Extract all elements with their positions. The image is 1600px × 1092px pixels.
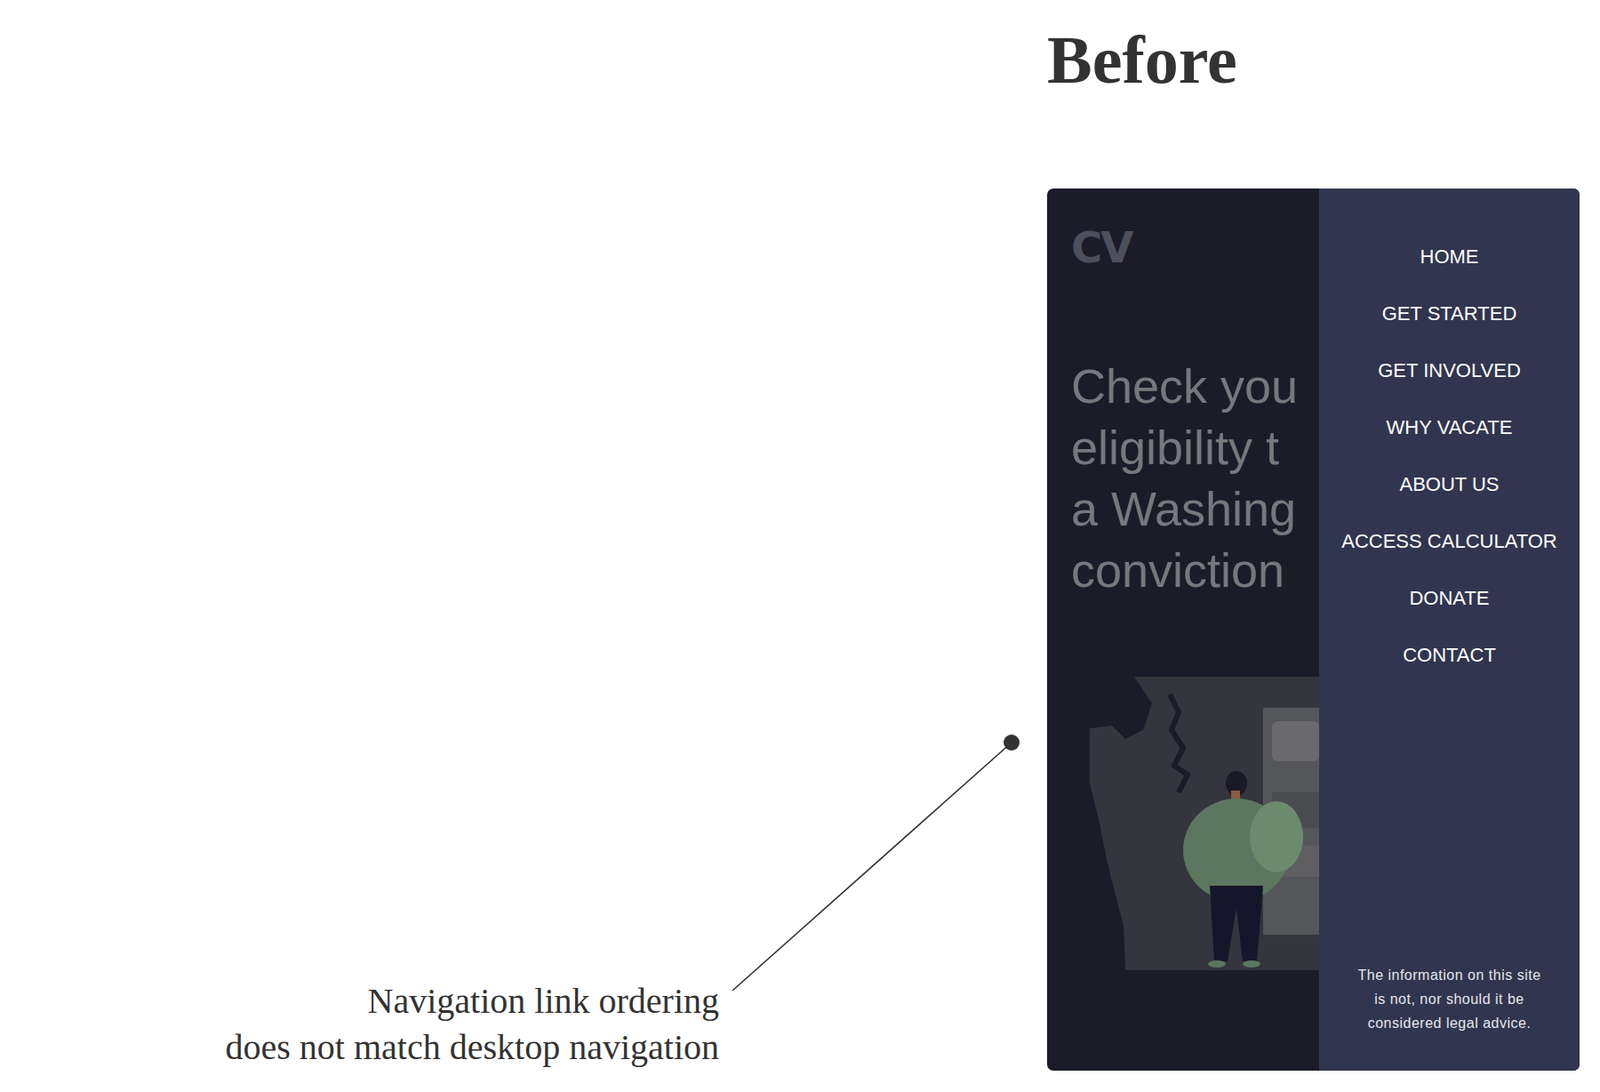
annotation-text: Navigation link orderingdoes not match d… — [225, 977, 720, 1071]
disclaimer: The information on this site is not, nor… — [1356, 962, 1544, 1035]
nav-link[interactable]: GET STARTED — [1382, 256, 1518, 343]
headline-line: conviction — [1071, 539, 1320, 601]
page-content: CV Check youeligibility ta Washingconvict… — [1047, 188, 1320, 1071]
nav-link[interactable]: ACCESS CALCULATOR — [1341, 484, 1557, 570]
nav-link[interactable]: ABOUT US — [1399, 427, 1499, 513]
before-column: Before CV Check youeligibility ta Washingc… — [1047, 0, 1580, 1071]
washington-illustration-icon — [1089, 676, 1320, 970]
headline-line: a Washing — [1071, 478, 1320, 540]
logo[interactable]: CV — [1071, 220, 1320, 274]
headline-line: Check you — [1071, 355, 1320, 417]
annotation-line: does not match desktop navigation — [225, 1024, 720, 1071]
nav-link[interactable]: DONATE — [1408, 541, 1489, 627]
connector-line-icon — [0, 0, 1600, 1092]
annotation-slide: Before CV Check youeligibility ta Washingc… — [0, 0, 1600, 1092]
annotation-line: Navigation link ordering — [225, 977, 720, 1024]
phone-screen: CV Check youeligibility ta Washingconvict… — [1047, 188, 1580, 1071]
hero-headline: Check youeligibility ta Washingconvictio… — [1071, 355, 1320, 601]
nav-link[interactable]: GET INVOLVED — [1377, 313, 1521, 400]
heading: Before — [1047, 19, 1580, 100]
nav-link[interactable]: HOME — [1420, 200, 1480, 286]
nav-link[interactable]: CONTACT — [1402, 598, 1496, 684]
mobile-nav-drawer: HOMEGET STARTEDGET INVOLVEDWHY VACATEABO… — [1319, 188, 1580, 1071]
headline-line: eligibility t — [1071, 416, 1320, 479]
nav-link[interactable]: WHY VACATE — [1386, 370, 1513, 456]
